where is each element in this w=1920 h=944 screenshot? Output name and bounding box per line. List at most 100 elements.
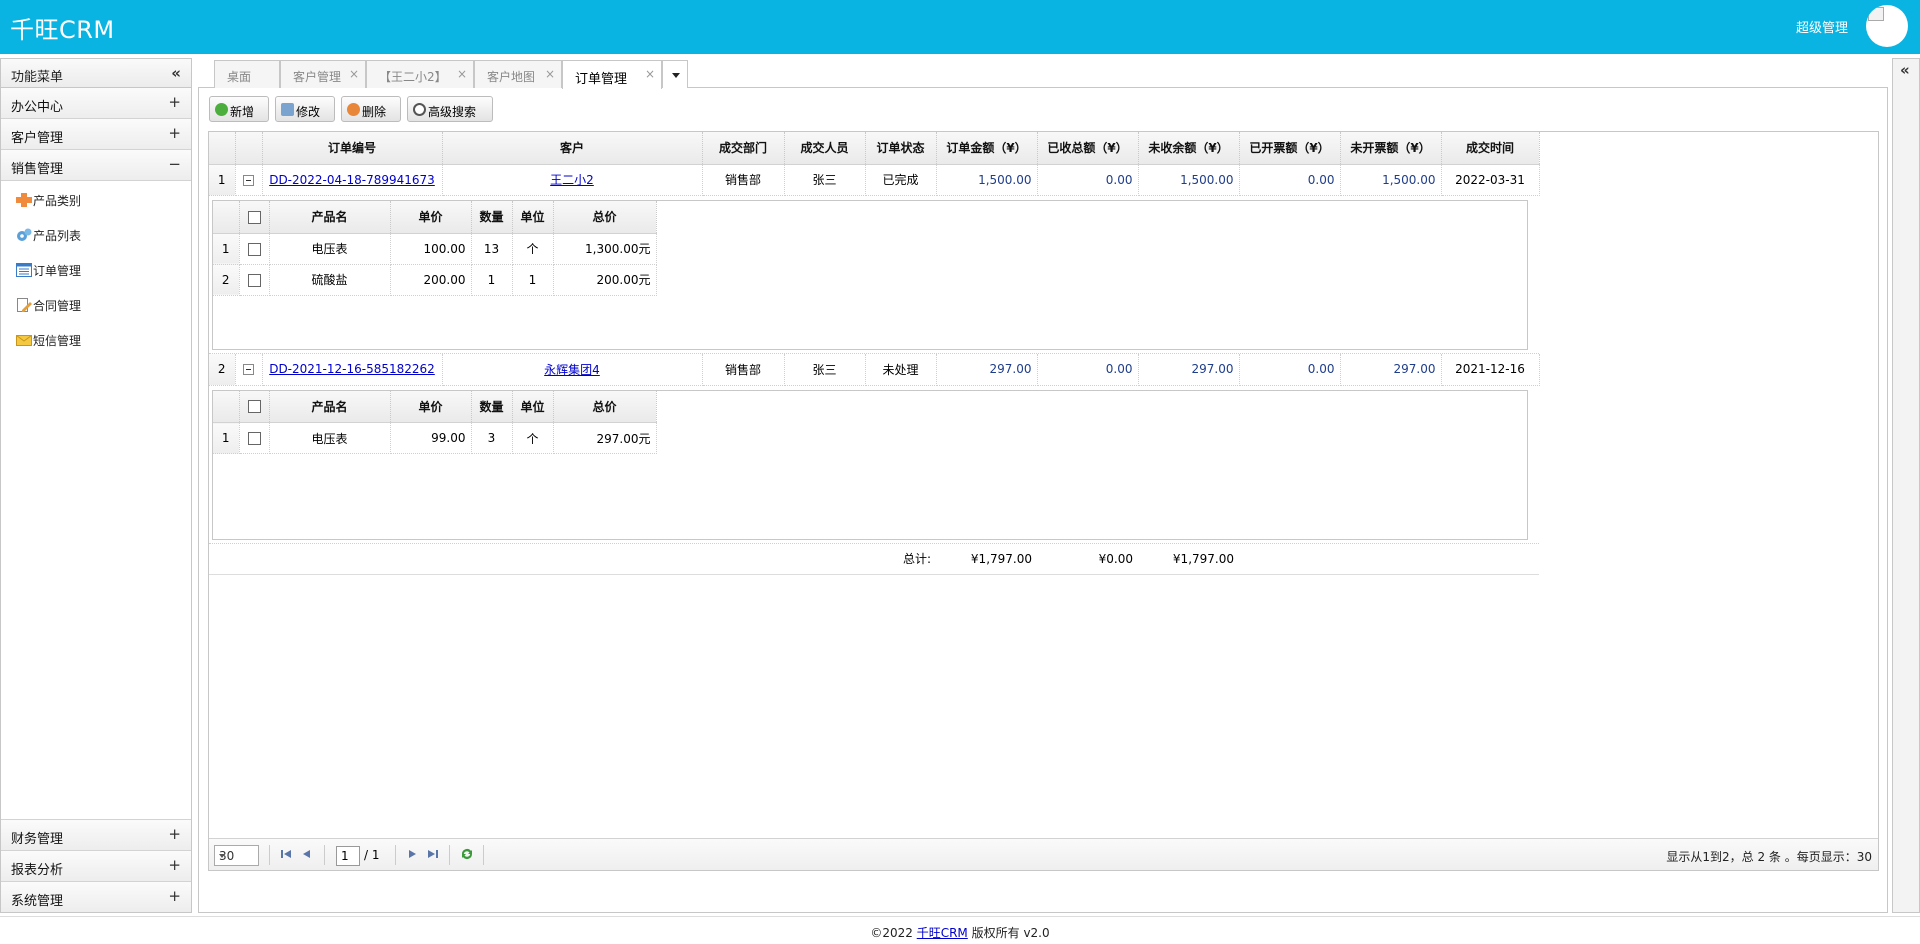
main-panel: 新增 修改 删除 高级搜索 订单编号 客户 成交部门 成交人员 订单状态 订单金… [198,88,1888,913]
expand-panel-icon[interactable]: « [1900,61,1910,79]
row-checkbox[interactable] [247,432,261,445]
column-header[interactable]: 订单编号 [262,132,443,165]
first-page-icon[interactable] [279,847,293,861]
row-checkbox[interactable] [247,273,261,287]
invoiced-cell: 0.00 [1239,354,1341,386]
price-cell: 200.00 [390,264,472,296]
column-header[interactable]: 成交时间 [1441,132,1540,165]
row-expander[interactable] [235,354,263,386]
column-header[interactable]: 数量 [471,390,513,423]
footer-total-label: 总计: [865,543,936,575]
sidebar-item-contracts[interactable]: 合同管理 [1,286,191,321]
tab-desktop[interactable]: 桌面 [214,60,280,88]
tab-customer-detail[interactable]: 【王二小2】 × [366,60,474,88]
order-detail-row: 产品名 单价 数量 单位 总价 1 电压表 99.00 3 个 297.00元 [209,386,1539,544]
sidebar-item-orders[interactable]: 订单管理 [1,251,191,286]
collapse-sidebar-icon[interactable]: « [171,64,181,82]
sidebar: 功能菜单 « 办公中心 + 客户管理 + 销售管理 − 产品类别 产品列表 订单… [0,58,192,913]
total-cell: 200.00元 [553,264,657,296]
edit-button[interactable]: 修改 [275,96,335,122]
expand-icon: + [168,124,181,142]
prev-page-icon[interactable] [300,847,314,861]
column-header[interactable]: 订单状态 [865,132,937,165]
footer-brand-link[interactable]: 千旺CRM [917,926,968,940]
dept-cell: 销售部 [702,354,785,386]
add-button[interactable]: 新增 [209,96,269,122]
close-icon[interactable]: × [349,67,359,81]
sidebar-section-label: 财务管理 [11,832,64,847]
column-header[interactable]: 产品名 [269,390,391,423]
last-page-icon[interactable] [426,847,440,861]
amount-cell: 297.00 [936,354,1038,386]
delete-button[interactable]: 删除 [341,96,401,122]
customer-link[interactable]: 王二小2 [550,173,594,187]
table-row[interactable]: 2 硫酸盐 200.00 1 1 200.00元 [213,264,657,296]
row-checkbox-cell[interactable] [239,233,270,265]
sidebar-item-product-list[interactable]: 产品列表 [1,216,191,251]
header-checkbox[interactable] [239,201,270,234]
row-expander[interactable] [235,164,263,196]
expand-icon: + [168,887,181,905]
table-row[interactable]: 2 DD-2021-12-16-585182262 永辉集团4 销售部 张三 未… [209,354,1540,386]
next-page-icon[interactable] [405,847,419,861]
table-row[interactable]: 1 电压表 99.00 3 个 297.00元 [213,422,657,454]
column-header[interactable]: 数量 [471,201,513,234]
select-all-checkbox[interactable] [247,400,261,414]
table-row[interactable]: 1 DD-2022-04-18-789941673 王二小2 销售部 张三 已完… [209,164,1540,196]
advanced-search-button[interactable]: 高级搜索 [407,96,493,122]
sidebar-section-office[interactable]: 办公中心 + [1,88,191,119]
total-cell: 297.00元 [553,422,657,454]
footer-total-unreceived: ¥1,797.00 [1138,543,1239,575]
column-header[interactable]: 客户 [442,132,703,165]
column-header[interactable]: 成交部门 [702,132,785,165]
column-header[interactable]: 单价 [390,201,472,234]
column-header[interactable]: 已开票额（¥） [1239,132,1341,165]
page-number-input[interactable]: 1 [336,846,360,866]
header-checkbox[interactable] [239,390,270,423]
sidebar-section-finance[interactable]: 财务管理 + [1,819,191,850]
received-cell: 0.00 [1037,164,1139,196]
row-checkbox-cell[interactable] [239,264,270,296]
app-logo: 千旺CRM [10,16,115,44]
order-no-link[interactable]: DD-2021-12-16-585182262 [269,362,435,376]
tab-order-management[interactable]: 订单管理 × [562,60,662,89]
close-icon[interactable]: × [545,67,555,81]
column-header[interactable]: 订单金额（¥） [936,132,1038,165]
qty-cell: 13 [471,233,513,265]
sidebar-section-customers[interactable]: 客户管理 + [1,119,191,150]
column-header[interactable]: 未开票额（¥） [1340,132,1442,165]
sidebar-section-system[interactable]: 系统管理 + [1,881,191,912]
column-header[interactable]: 未收余额（¥） [1138,132,1240,165]
customer-link[interactable]: 永辉集团4 [544,363,600,377]
column-header[interactable]: 单价 [390,390,472,423]
sidebar-section-reports[interactable]: 报表分析 + [1,850,191,881]
close-icon[interactable]: × [457,67,467,81]
refresh-icon[interactable] [459,846,475,862]
received-cell: 0.00 [1037,354,1139,386]
row-checkbox-cell[interactable] [239,422,270,454]
column-header[interactable]: 单位 [512,390,554,423]
column-header[interactable]: 总价 [553,390,657,423]
tab-customer-map[interactable]: 客户地图 × [474,60,562,88]
order-items-grid: 产品名 单价 数量 单位 总价 1 电压表 100.00 13 个 1,300.… [212,200,1528,350]
column-header[interactable]: 已收总额（¥） [1037,132,1139,165]
row-checkbox[interactable] [247,242,261,256]
sidebar-item-sms[interactable]: 短信管理 [1,321,191,356]
user-name[interactable]: 超级管理 [1796,17,1848,36]
avatar[interactable] [1866,5,1908,47]
sidebar-section-sales[interactable]: 销售管理 − [1,150,191,181]
close-icon[interactable]: × [645,67,655,81]
select-all-checkbox[interactable] [247,210,261,224]
order-grid: 订单编号 客户 成交部门 成交人员 订单状态 订单金额（¥） 已收总额（¥） 未… [208,131,1879,871]
column-header[interactable]: 总价 [553,201,657,234]
sidebar-item-product-category[interactable]: 产品类别 [1,181,191,216]
tab-customer-management[interactable]: 客户管理 × [280,60,366,88]
order-no-link[interactable]: DD-2022-04-18-789941673 [269,173,435,187]
column-header[interactable]: 单位 [512,201,554,234]
column-header[interactable]: 产品名 [269,201,391,234]
table-row[interactable]: 1 电压表 100.00 13 个 1,300.00元 [213,233,657,265]
edit-icon [281,103,294,116]
column-header[interactable]: 成交人员 [784,132,866,165]
tab-dropdown[interactable] [662,60,688,88]
page-size-select[interactable]: 30 [214,845,259,866]
